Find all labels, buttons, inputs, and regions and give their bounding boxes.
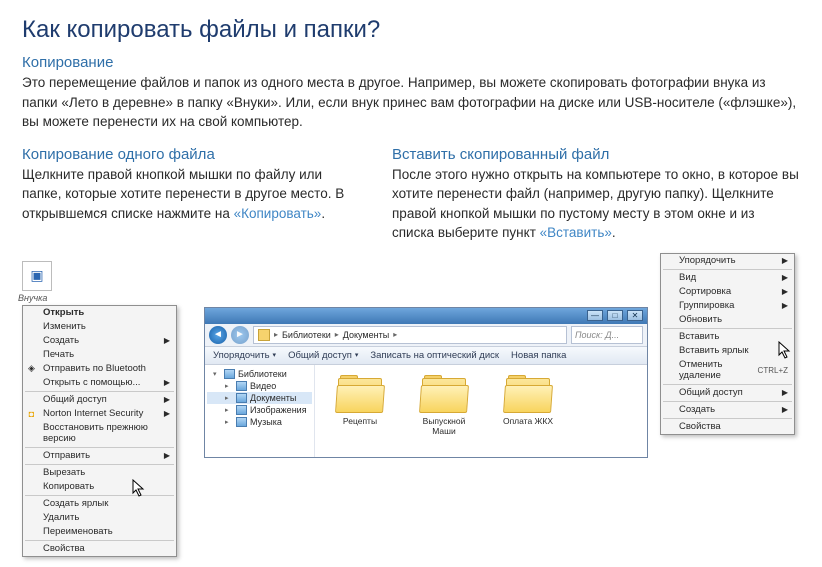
folder-item[interactable]: Выпускной Маши xyxy=(413,375,475,447)
paste-body: После этого нужно открыть на компьютере … xyxy=(392,165,800,243)
copy-link: «Копировать» xyxy=(234,206,322,221)
folder-item[interactable]: Рецепты xyxy=(329,375,391,447)
explorer-sidebar: ▾Библиотеки▸Видео▸Документы▸Изображения▸… xyxy=(205,365,315,457)
explorer-content[interactable]: Рецепты Выпускной Маши Оплата ЖКХ xyxy=(315,365,647,457)
cursor-icon xyxy=(778,341,794,361)
toolbar-organize[interactable]: Упорядочить▾ xyxy=(213,350,276,361)
menu-item[interactable]: Открыть xyxy=(23,306,176,320)
menu-item[interactable]: ◘Norton Internet Security▶ xyxy=(23,407,176,421)
intro-body: Это перемещение файлов и папок из одного… xyxy=(22,73,800,132)
sidebar-item[interactable]: ▾Библиотеки xyxy=(207,368,312,380)
menu-item[interactable]: Свойства xyxy=(661,420,794,434)
section-heading-intro: Копирование xyxy=(22,54,800,71)
search-input[interactable]: Поиск: Д... xyxy=(571,326,643,344)
menu-item[interactable]: Вставить ярлык xyxy=(661,344,794,358)
menu-item[interactable]: Печать xyxy=(23,348,176,362)
menu-item[interactable]: Восстановить прежнюю версию xyxy=(23,421,176,446)
menu-item[interactable]: Создать▶ xyxy=(661,403,794,417)
menu-item[interactable]: Обновить xyxy=(661,313,794,327)
figure-paste-context-menu: Упорядочить▶Вид▶Сортировка▶Группировка▶О… xyxy=(660,253,800,435)
toolbar-burn[interactable]: Записать на оптический диск xyxy=(370,350,499,361)
cursor-icon xyxy=(132,479,148,499)
sidebar-item[interactable]: ▸Музыка xyxy=(207,416,312,428)
sidebar-item[interactable]: ▸Документы xyxy=(207,392,312,404)
maximize-button[interactable]: □ xyxy=(607,310,623,321)
menu-item[interactable]: Вставить xyxy=(661,330,794,344)
close-button[interactable]: ✕ xyxy=(627,310,643,321)
menu-item[interactable]: Отменить удалениеCTRL+Z xyxy=(661,358,794,383)
menu-item[interactable]: ◈Отправить по Bluetooth xyxy=(23,362,176,376)
menu-item[interactable]: Общий доступ▶ xyxy=(23,393,176,407)
section-heading-copy: Копирование одного файла xyxy=(22,146,362,163)
menu-item[interactable]: Отправить▶ xyxy=(23,449,176,463)
menu-item[interactable]: Создать ярлык xyxy=(23,497,176,511)
paste-link: «Вставить» xyxy=(540,225,612,240)
menu-item[interactable]: Изменить xyxy=(23,320,176,334)
folder-icon xyxy=(258,329,270,341)
sidebar-item[interactable]: ▸Изображения xyxy=(207,404,312,416)
menu-item[interactable]: Открыть с помощью...▶ xyxy=(23,376,176,390)
toolbar-new-folder[interactable]: Новая папка xyxy=(511,350,566,361)
folder-item[interactable]: Оплата ЖКХ xyxy=(497,375,559,447)
minimize-button[interactable]: — xyxy=(587,310,603,321)
menu-item[interactable]: Переименовать xyxy=(23,525,176,539)
menu-item[interactable]: Вырезать xyxy=(23,466,176,480)
nav-back-button[interactable]: ◄ xyxy=(209,326,227,344)
window-titlebar: — □ ✕ xyxy=(205,308,647,324)
copy-body: Щелкните правой кнопкой мышки по файлу и… xyxy=(22,165,362,224)
menu-item[interactable]: Группировка▶ xyxy=(661,299,794,313)
figure-copy-context-menu: ▣ Внучка ОткрытьИзменитьСоздать▶Печать◈О… xyxy=(22,261,192,557)
menu-item[interactable]: Упорядочить▶ xyxy=(661,254,794,268)
menu-item[interactable]: Вид▶ xyxy=(661,271,794,285)
sidebar-item[interactable]: ▸Видео xyxy=(207,380,312,392)
context-menu-file[interactable]: ОткрытьИзменитьСоздать▶Печать◈Отправить … xyxy=(22,305,177,557)
breadcrumb[interactable]: ▸ Библиотеки ▸ Документы ▸ xyxy=(253,326,567,344)
menu-item[interactable]: Сортировка▶ xyxy=(661,285,794,299)
file-label: Внучка xyxy=(18,293,192,303)
file-icon: ▣ xyxy=(22,261,52,291)
menu-item[interactable]: Общий доступ▶ xyxy=(661,386,794,400)
figure-explorer-window: — □ ✕ ◄ ► ▸ Библиотеки ▸ Документы ▸ Пои… xyxy=(204,307,648,458)
section-heading-paste: Вставить скопированный файл xyxy=(392,146,800,163)
menu-item[interactable]: Создать▶ xyxy=(23,334,176,348)
explorer-toolbar: Упорядочить▾ Общий доступ▾ Записать на о… xyxy=(205,347,647,365)
nav-forward-button[interactable]: ► xyxy=(231,326,249,344)
menu-item[interactable]: Удалить xyxy=(23,511,176,525)
toolbar-share[interactable]: Общий доступ▾ xyxy=(288,350,358,361)
menu-item[interactable]: Копировать xyxy=(23,480,176,494)
context-menu-paste[interactable]: Упорядочить▶Вид▶Сортировка▶Группировка▶О… xyxy=(660,253,795,435)
page-title: Как копировать файлы и папки? xyxy=(22,16,800,44)
menu-item[interactable]: Свойства xyxy=(23,542,176,556)
